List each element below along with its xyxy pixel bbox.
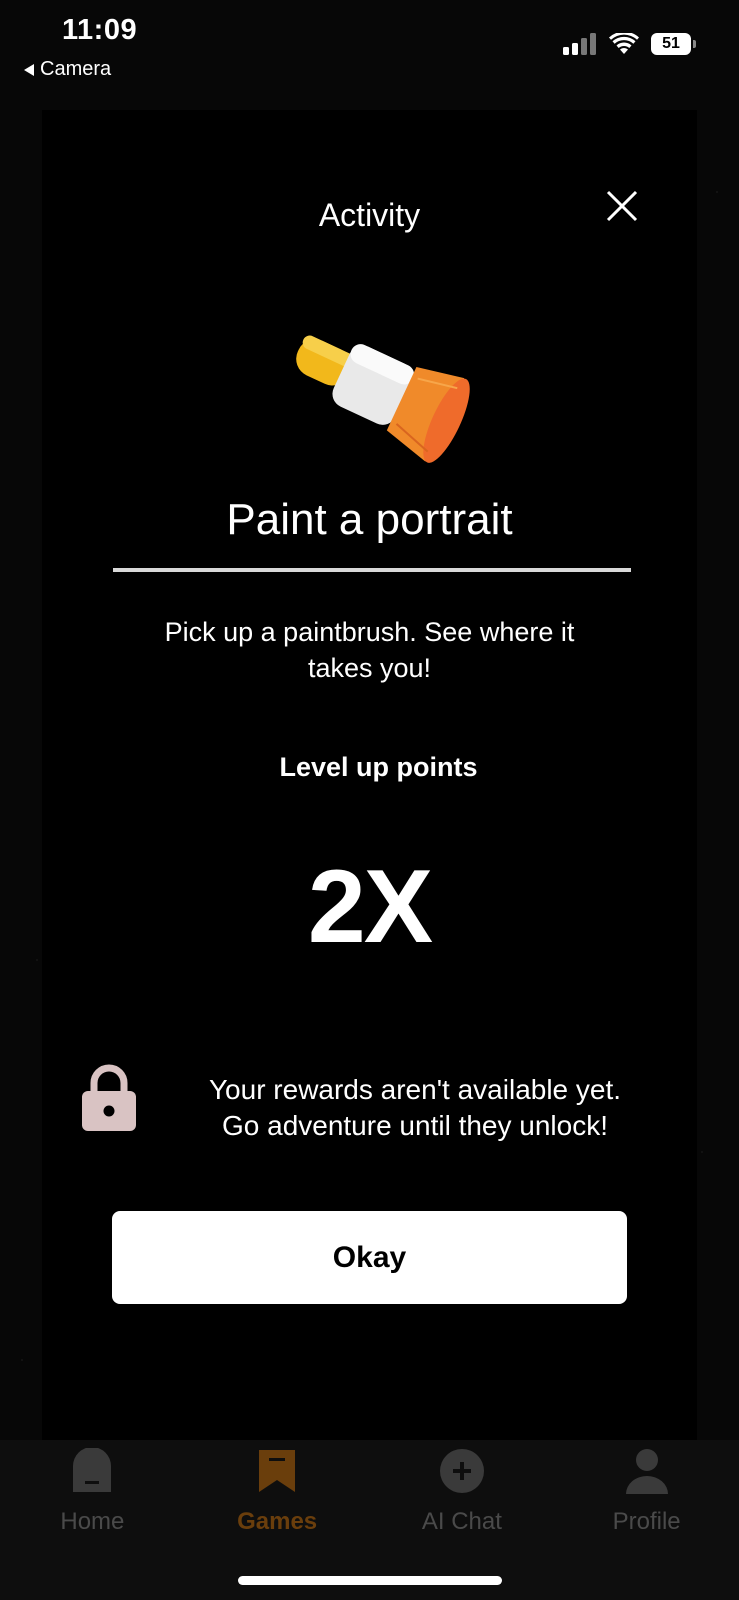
home-icon	[69, 1448, 115, 1494]
tab-ai-chat-label: AI Chat	[421, 1508, 502, 1535]
wifi-icon	[609, 33, 639, 54]
activity-description: Pick up a paintbrush. See where it takes…	[164, 617, 575, 683]
lock-icon	[82, 1064, 136, 1131]
activity-name: Paint a portrait	[226, 495, 513, 544]
tab-home[interactable]: Home	[0, 1440, 185, 1600]
status-time: 11:09	[62, 14, 138, 46]
battery-icon: 51	[651, 33, 696, 55]
person-icon	[624, 1448, 670, 1494]
okay-button[interactable]: Okay	[112, 1211, 627, 1304]
close-icon[interactable]	[602, 186, 642, 226]
level-up-points-label: Level up points	[279, 752, 478, 782]
plus-circle-icon	[439, 1448, 485, 1494]
tab-games-label: Games	[237, 1508, 318, 1535]
bookmark-icon	[254, 1448, 300, 1494]
back-arrow-icon	[24, 63, 34, 76]
back-to-camera[interactable]: Camera	[24, 58, 111, 81]
home-indicator[interactable]	[238, 1576, 502, 1585]
signal-icon	[563, 33, 596, 55]
points-multiplier: 2X	[307, 849, 433, 965]
tab-home-label: Home	[60, 1508, 125, 1535]
paintbrush-icon	[296, 335, 470, 463]
title-divider	[113, 568, 631, 572]
tab-profile-label: Profile	[612, 1508, 681, 1535]
rewards-locked-message: Your rewards aren't available yet. Go ad…	[180, 1072, 650, 1144]
rewards-locked-line1: Your rewards aren't available yet.	[208, 1074, 622, 1105]
tab-profile[interactable]: Profile	[554, 1440, 739, 1600]
rewards-locked-line2: Go adventure until they unlock!	[221, 1110, 608, 1141]
status-indicators: 51	[563, 33, 696, 55]
back-label: Camera	[40, 58, 112, 80]
